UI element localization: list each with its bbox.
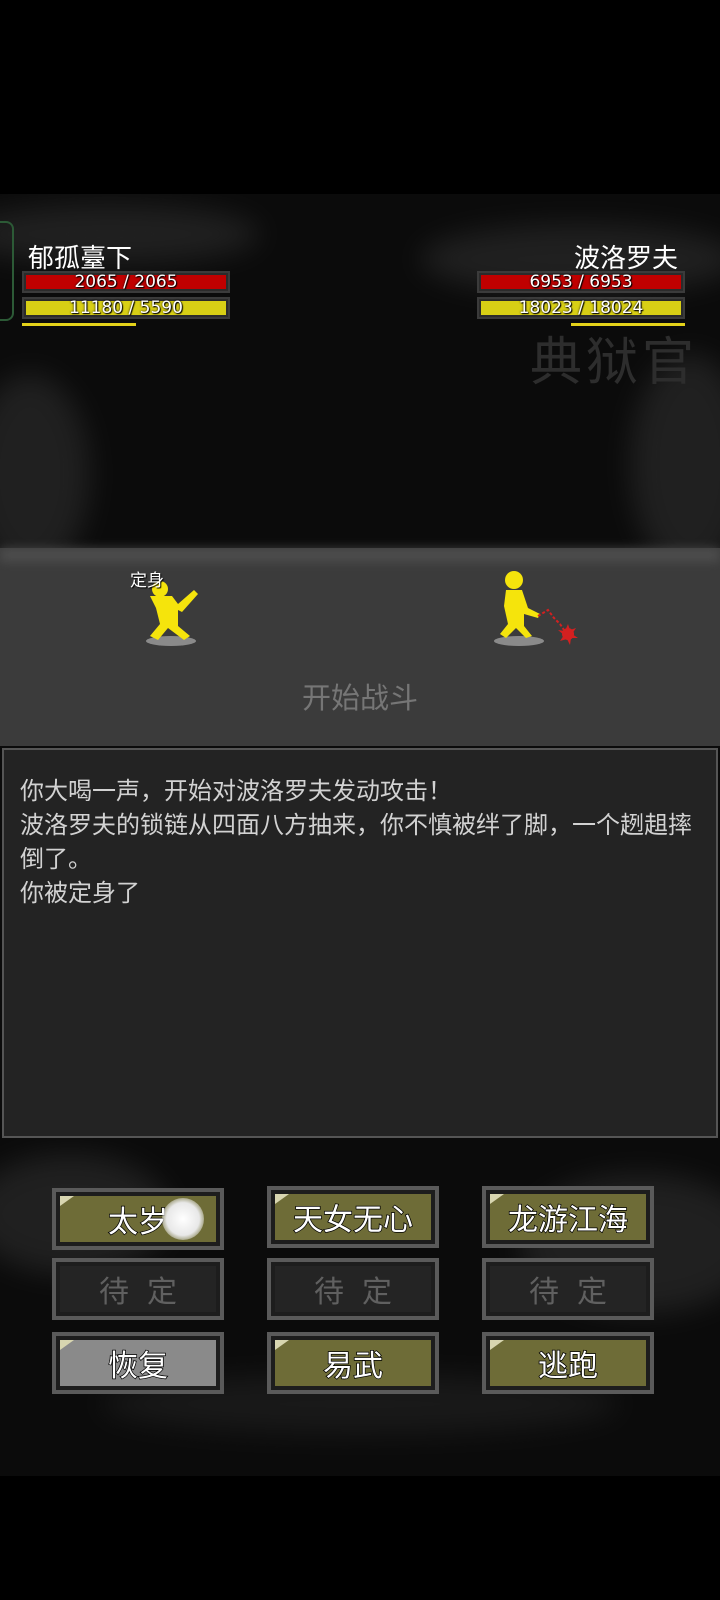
switch-weapon-label: 易武 — [275, 1340, 431, 1386]
switch-weapon-button[interactable]: 易武 — [267, 1332, 439, 1394]
player-hp-bar: 2065 / 2065 — [22, 271, 230, 293]
skill-slot-empty[interactable]: 待定 — [482, 1258, 654, 1320]
enemy-figure — [500, 571, 578, 645]
skill-slot-empty[interactable]: 待定 — [52, 1258, 224, 1320]
log-line: 波洛罗夫的锁链从四面八方抽来，你不慎被绊了脚，一个趔趄摔倒了。 — [20, 811, 692, 873]
skill-button-tiannv[interactable]: 天女无心 — [267, 1186, 439, 1248]
touch-indicator — [162, 1198, 204, 1240]
enemy-hp-text: 6953 / 6953 — [529, 272, 633, 292]
slot-label: 待定 — [275, 1266, 431, 1312]
player-name: 郁孤臺下 — [28, 244, 133, 274]
location-watermark: 典狱官 — [530, 333, 699, 393]
flee-label: 逃跑 — [490, 1340, 646, 1386]
enemy-name: 波洛罗夫 — [573, 244, 678, 274]
battle-log: 你大喝一声，开始对波洛罗夫发动攻击！ 波洛罗夫的锁链从四面八方抽来，你不慎被绊了… — [2, 748, 718, 1138]
slot-label: 待定 — [60, 1266, 216, 1312]
chain-icon — [537, 608, 565, 631]
enemy-hp-bar: 6953 / 6953 — [477, 271, 685, 293]
skill-button-longyou[interactable]: 龙游江海 — [482, 1186, 654, 1248]
recover-button[interactable]: 恢复 — [52, 1332, 224, 1394]
skill-label: 龙游江海 — [490, 1194, 646, 1240]
player-mp-bar: 11180 / 5590 — [22, 297, 230, 319]
side-drawer-tab[interactable] — [0, 221, 14, 321]
player-energy-line — [22, 323, 136, 326]
player-status-label: 定身 — [130, 571, 164, 591]
enemy-mp-text: 18023 / 18024 — [518, 298, 644, 318]
enemy-mp-bar: 18023 / 18024 — [477, 297, 685, 319]
player-mp-text: 11180 / 5590 — [69, 298, 183, 318]
log-line: 你被定身了 — [20, 879, 140, 907]
log-line: 你大喝一声，开始对波洛罗夫发动攻击！ — [20, 777, 452, 805]
flee-button[interactable]: 逃跑 — [482, 1332, 654, 1394]
skill-slot-empty[interactable]: 待定 — [267, 1258, 439, 1320]
skill-label: 天女无心 — [275, 1194, 431, 1240]
player-hp-text: 2065 / 2065 — [74, 272, 178, 292]
enemy-energy-line — [571, 323, 685, 326]
recover-label: 恢复 — [60, 1340, 216, 1386]
slot-label: 待定 — [490, 1266, 646, 1312]
battle-status-label: 开始战斗 — [301, 681, 418, 715]
